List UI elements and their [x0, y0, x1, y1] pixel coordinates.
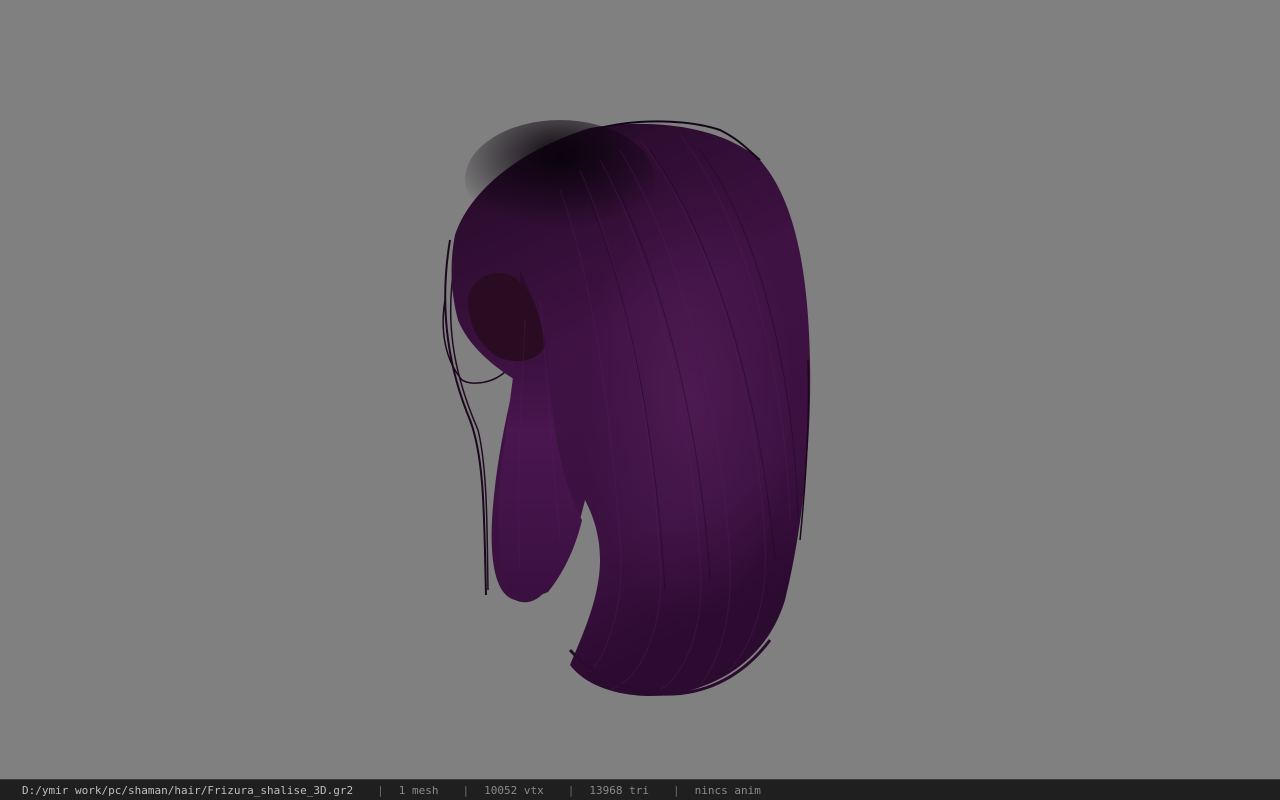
- separator: |: [567, 783, 575, 797]
- triangle-count: 13968 tri: [589, 783, 649, 797]
- mesh-count: 1 mesh: [398, 783, 439, 797]
- file-path: D:/ymir work/pc/shaman/hair/Frizura_shal…: [22, 783, 354, 797]
- vertex-count: 10052 vtx: [484, 783, 544, 797]
- hair-model-render[interactable]: [0, 0, 1280, 779]
- separator: |: [462, 783, 470, 797]
- animation-status: nincs anim: [694, 783, 761, 797]
- separator: |: [672, 783, 680, 797]
- 3d-viewport[interactable]: [0, 0, 1280, 779]
- status-bar: D:/ymir work/pc/shaman/hair/Frizura_shal…: [0, 779, 1280, 800]
- separator: |: [377, 783, 384, 797]
